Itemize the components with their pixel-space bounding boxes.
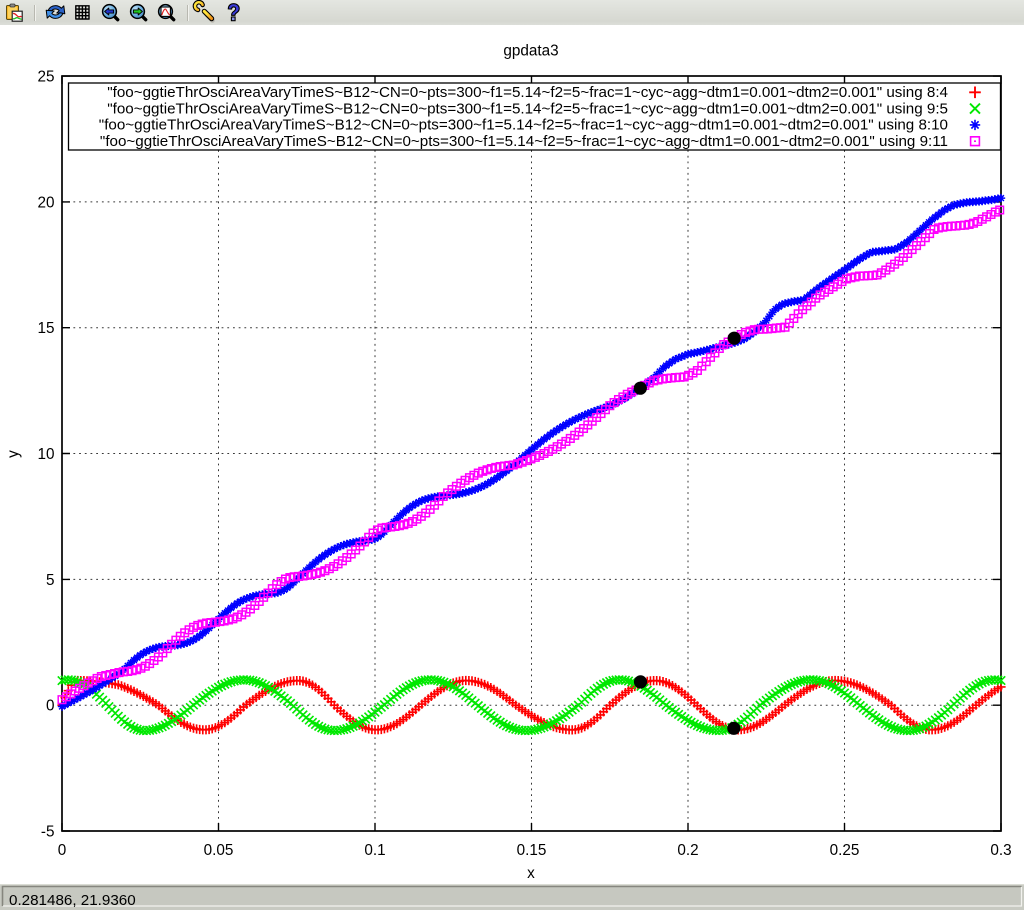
svg-text:10: 10 xyxy=(37,446,54,463)
svg-text:15: 15 xyxy=(37,320,54,337)
svg-text:y: y xyxy=(5,450,22,458)
svg-text:"foo~ggtieThrOsciAreaVaryTimeS: "foo~ggtieThrOsciAreaVaryTimeS~B12~CN=0~… xyxy=(107,100,948,117)
svg-text:0.2: 0.2 xyxy=(677,842,698,859)
svg-text:0.25: 0.25 xyxy=(830,842,860,859)
svg-text:5: 5 xyxy=(46,572,55,589)
svg-text:0.281486, 21.9360: 0.281486, 21.9360 xyxy=(9,892,136,909)
svg-text:0: 0 xyxy=(46,698,55,715)
svg-text:gpdata3: gpdata3 xyxy=(503,43,558,60)
svg-text:"foo~ggtieThrOsciAreaVaryTimeS: "foo~ggtieThrOsciAreaVaryTimeS~B12~CN=0~… xyxy=(107,84,948,101)
svg-text:-5: -5 xyxy=(41,824,55,841)
svg-text:20: 20 xyxy=(37,194,54,211)
svg-text:x: x xyxy=(527,865,535,882)
svg-text:0.1: 0.1 xyxy=(364,842,385,859)
svg-text:"foo~ggtieThrOsciAreaVaryTimeS: "foo~ggtieThrOsciAreaVaryTimeS~B12~CN=0~… xyxy=(100,133,948,150)
svg-text:25: 25 xyxy=(37,69,54,86)
svg-text:0.05: 0.05 xyxy=(204,842,234,859)
svg-text:0: 0 xyxy=(58,842,67,859)
svg-text:0.15: 0.15 xyxy=(517,842,547,859)
svg-text:"foo~ggtieThrOsciAreaVaryTimeS: "foo~ggtieThrOsciAreaVaryTimeS~B12~CN=0~… xyxy=(99,117,948,134)
svg-text:0.3: 0.3 xyxy=(990,842,1011,859)
